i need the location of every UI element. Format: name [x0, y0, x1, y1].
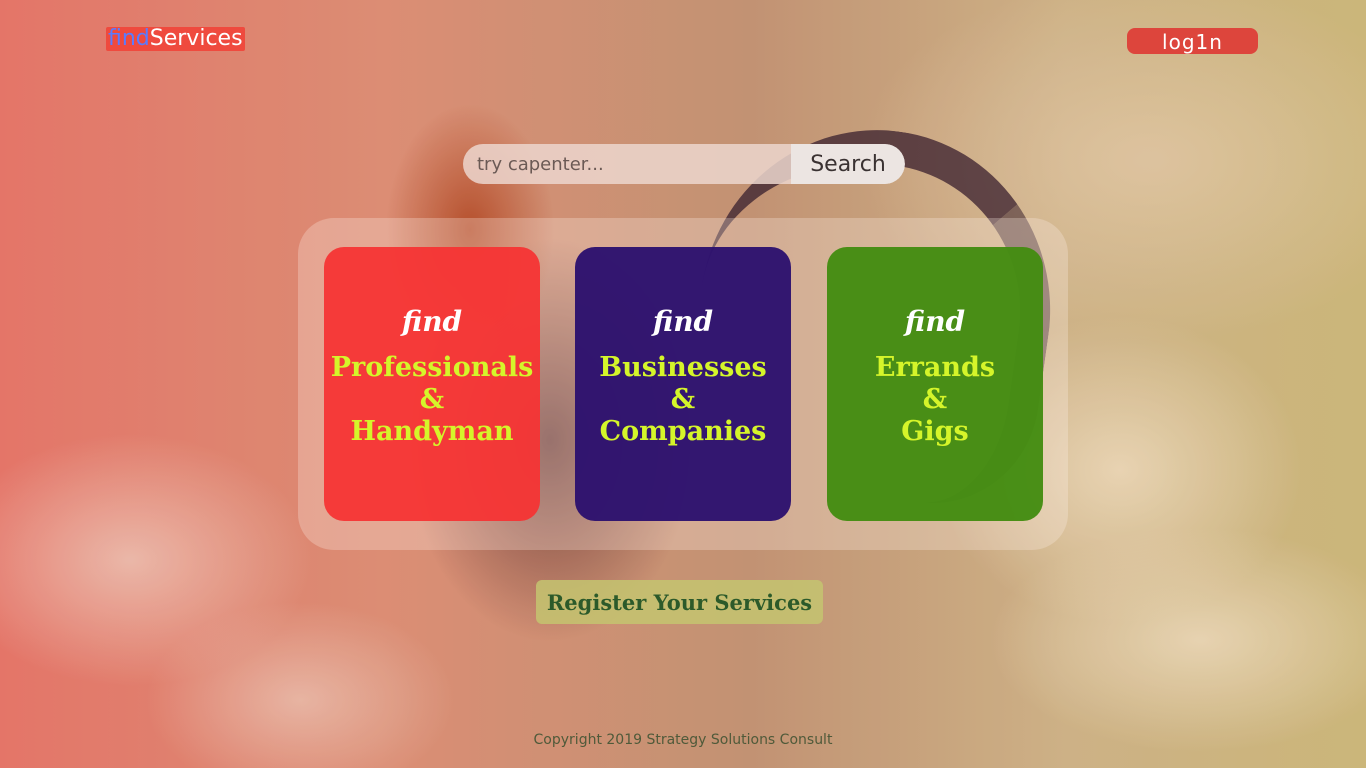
card-title-line2: & — [670, 384, 696, 415]
logo-find-text: find — [108, 26, 150, 51]
card-title-line3: Companies — [599, 416, 767, 447]
card-title-line3: Handyman — [350, 416, 514, 447]
card-find-label: find — [401, 305, 463, 338]
card-find-label: find — [652, 305, 714, 338]
card-title-line2: & — [922, 384, 948, 415]
search-bar: Search — [463, 144, 905, 184]
card-title-line3: Gigs — [901, 416, 969, 447]
site-logo[interactable]: findServices — [106, 27, 245, 51]
card-title-line2: & — [419, 384, 445, 415]
register-services-button[interactable]: Register Your Services — [536, 580, 823, 624]
card-title: Businesses & Companies — [575, 352, 791, 448]
login-button[interactable]: log1n — [1127, 28, 1258, 54]
card-title: Professionals & Handyman — [324, 352, 540, 448]
footer-copyright: Copyright 2019 Strategy Solutions Consul… — [533, 732, 833, 748]
card-find-label: find — [904, 305, 966, 338]
card-professionals[interactable]: find Professionals & Handyman — [324, 247, 540, 521]
card-errands[interactable]: find Errands & Gigs — [827, 247, 1043, 521]
card-title-line1: Businesses — [599, 352, 767, 383]
logo-services-text: Services — [149, 26, 243, 51]
card-businesses[interactable]: find Businesses & Companies — [575, 247, 791, 521]
search-button[interactable]: Search — [791, 144, 905, 184]
card-title-line1: Errands — [874, 352, 996, 383]
card-title-line1: Professionals — [330, 352, 534, 383]
search-input[interactable] — [463, 144, 791, 184]
card-title: Errands & Gigs — [827, 352, 1043, 448]
